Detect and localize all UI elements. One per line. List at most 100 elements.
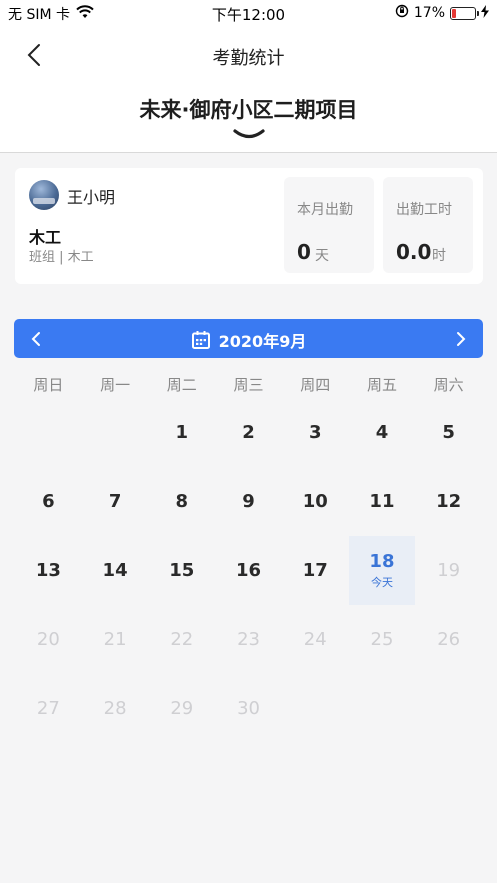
orientation-lock-icon bbox=[395, 4, 409, 22]
calendar-day-16[interactable]: 16 bbox=[215, 536, 282, 605]
calendar-day-4[interactable]: 4 bbox=[349, 398, 416, 467]
calendar-day-11[interactable]: 11 bbox=[349, 467, 416, 536]
calendar-day-number: 9 bbox=[242, 491, 255, 512]
weekday-label: 周六 bbox=[433, 376, 464, 394]
calendar-day-number: 29 bbox=[170, 698, 194, 719]
calendar-grid: 1 2 3 4 5 6 7 8 9 10 11 12 13 14 15 16 17 18 今天 19 20 21 22 23 2… bbox=[15, 398, 482, 743]
calendar-day-number: 18 bbox=[369, 551, 395, 572]
calendar-day-number: 17 bbox=[302, 560, 328, 581]
weekday-label: 周二 bbox=[166, 376, 197, 394]
battery-icon bbox=[450, 6, 479, 20]
calendar-header: 2020年9月 bbox=[14, 319, 483, 358]
work-hours-unit: 时 bbox=[432, 248, 446, 264]
calendar-day-22[interactable]: 22 bbox=[148, 605, 215, 674]
calendar-day-10[interactable]: 10 bbox=[282, 467, 349, 536]
calendar-day-number: 25 bbox=[370, 629, 394, 650]
calendar-day-7[interactable]: 7 bbox=[82, 467, 149, 536]
next-month-button[interactable] bbox=[451, 328, 471, 350]
calendar-day-number: 11 bbox=[369, 491, 395, 512]
calendar-day-number: 13 bbox=[35, 560, 61, 581]
calendar-day-20[interactable]: 20 bbox=[15, 605, 82, 674]
weekday-label: 周日 bbox=[33, 376, 64, 394]
calendar-day-27[interactable]: 27 bbox=[15, 674, 82, 743]
calendar-day-number: 4 bbox=[375, 422, 389, 443]
calendar-empty-cell bbox=[82, 398, 149, 467]
calendar-icon bbox=[191, 331, 210, 349]
chevron-right-icon bbox=[457, 332, 466, 346]
month-attendance-label: 本月出勤 bbox=[297, 202, 353, 218]
worker-group: 班组 | 木工 bbox=[29, 250, 94, 265]
calendar-empty-cell bbox=[15, 398, 82, 467]
calendar-day-30[interactable]: 30 bbox=[215, 674, 282, 743]
calendar-day-15[interactable]: 15 bbox=[148, 536, 215, 605]
calendar-day-17[interactable]: 17 bbox=[282, 536, 349, 605]
calendar-day-8[interactable]: 8 bbox=[148, 467, 215, 536]
calendar-day-28[interactable]: 28 bbox=[82, 674, 149, 743]
calendar-day-18[interactable]: 18 今天 bbox=[348, 536, 416, 605]
calendar-day-24[interactable]: 24 bbox=[282, 605, 349, 674]
calendar-day-25[interactable]: 25 bbox=[349, 605, 416, 674]
calendar-day-29[interactable]: 29 bbox=[148, 674, 215, 743]
calendar-day-number: 7 bbox=[108, 491, 122, 512]
calendar-day-number: 3 bbox=[308, 422, 322, 443]
calendar-day-number: 1 bbox=[175, 422, 189, 443]
status-bar: 无 SIM 卡 下午12:00 17% bbox=[0, 0, 497, 26]
work-hours-stat: 出勤工时 0.0 时 bbox=[383, 177, 473, 273]
calendar-day-5[interactable]: 5 bbox=[415, 398, 482, 467]
avatar[interactable] bbox=[29, 180, 59, 210]
work-hours-value: 0.0 bbox=[396, 240, 432, 264]
calendar-day-number: 14 bbox=[102, 560, 128, 581]
attendance-summary-card: 王小明 木工 班组 | 木工 本月出勤 0 天 出勤工时 0.0 时 bbox=[15, 168, 483, 284]
calendar-day-number: 21 bbox=[103, 629, 127, 650]
chevron-down-icon[interactable] bbox=[232, 128, 266, 140]
calendar-empty-cell bbox=[415, 674, 482, 743]
calendar-day-2[interactable]: 2 bbox=[215, 398, 282, 467]
calendar-day-26[interactable]: 26 bbox=[415, 605, 482, 674]
calendar-day-number: 24 bbox=[303, 629, 327, 650]
battery-percent: 17% bbox=[413, 5, 445, 21]
calendar-day-number: 12 bbox=[436, 491, 462, 512]
page-title: 考勤统计 bbox=[212, 48, 285, 69]
charging-icon bbox=[481, 4, 489, 22]
calendar-day-14[interactable]: 14 bbox=[82, 536, 149, 605]
calendar-week-row: 6 7 8 9 10 11 12 bbox=[15, 467, 482, 536]
calendar-day-number: 10 bbox=[302, 491, 328, 512]
calendar-day-number: 5 bbox=[442, 422, 455, 443]
calendar-day-9[interactable]: 9 bbox=[215, 467, 282, 536]
calendar-day-3[interactable]: 3 bbox=[282, 398, 349, 467]
calendar-day-number: 20 bbox=[36, 629, 60, 650]
calendar-week-row: 13 14 15 16 17 18 今天 19 bbox=[15, 536, 482, 605]
calendar-day-number: 8 bbox=[175, 491, 189, 512]
calendar-month-title[interactable]: 2020年9月 bbox=[14, 328, 483, 352]
calendar-empty-cell bbox=[282, 674, 349, 743]
calendar-day-number: 15 bbox=[169, 560, 195, 581]
calendar-day-number: 6 bbox=[42, 491, 55, 512]
worker-name: 王小明 bbox=[67, 188, 116, 207]
calendar-day-21[interactable]: 21 bbox=[82, 605, 149, 674]
worker-job: 木工 bbox=[29, 228, 62, 247]
calendar-day-13[interactable]: 13 bbox=[15, 536, 82, 605]
calendar-day-number: 16 bbox=[235, 560, 262, 581]
calendar-day-number: 2 bbox=[242, 422, 255, 443]
calendar-day-23[interactable]: 23 bbox=[215, 605, 282, 674]
calendar-day-number: 28 bbox=[103, 698, 127, 719]
project-selector[interactable]: 未来·御府小区二期项目 bbox=[0, 94, 497, 124]
work-hours-label: 出勤工时 bbox=[396, 202, 452, 218]
weekday-label: 周四 bbox=[300, 376, 331, 394]
battery-fill bbox=[452, 8, 456, 18]
month-attendance-unit: 天 bbox=[315, 248, 329, 264]
calendar-day-1[interactable]: 1 bbox=[148, 398, 215, 467]
weekday-label: 周五 bbox=[366, 376, 397, 394]
header-area: 无 SIM 卡 下午12:00 17% 考勤统计 未来·御府小区二期项目 bbox=[0, 0, 497, 153]
calendar-day-19[interactable]: 19 bbox=[415, 536, 482, 605]
calendar-week-row: 1 2 3 4 5 bbox=[15, 398, 482, 467]
calendar-day-6[interactable]: 6 bbox=[15, 467, 82, 536]
calendar-day-number: 22 bbox=[170, 629, 194, 650]
calendar-day-number: 27 bbox=[36, 698, 60, 719]
weekday-label: 周三 bbox=[233, 376, 264, 394]
calendar-day-12[interactable]: 12 bbox=[415, 467, 482, 536]
calendar-week-row: 20 21 22 23 24 25 26 bbox=[15, 605, 482, 674]
calendar-month-label: 2020年9月 bbox=[218, 332, 307, 351]
calendar-day-number: 19 bbox=[437, 560, 461, 581]
weekday-label: 周一 bbox=[100, 376, 131, 394]
